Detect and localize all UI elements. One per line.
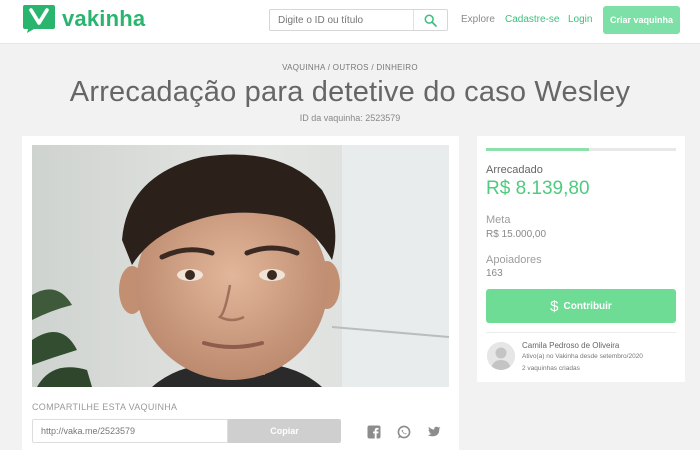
share-link-field[interactable]: http://vaka.me/2523579 — [32, 419, 228, 443]
search-input[interactable] — [270, 10, 413, 30]
search-icon — [424, 14, 437, 27]
campaign-media-card: COMPARTILHE ESTA VAQUINHA http://vaka.me… — [22, 136, 459, 450]
nav-signup-link[interactable]: Cadastre-se — [505, 14, 559, 25]
contribute-button[interactable]: $ Contribuir — [486, 289, 676, 323]
owner-campaign-count: 2 vaquinhas criadas — [522, 365, 580, 372]
top-header: vakinha Explore Cadastre-se Login Criar … — [0, 0, 700, 44]
search-button[interactable] — [413, 10, 447, 30]
vakinha-logo-icon — [23, 5, 55, 33]
dollar-icon: $ — [550, 297, 559, 315]
logo[interactable]: vakinha — [22, 4, 145, 34]
avatar[interactable] — [487, 342, 515, 370]
owner-since: Ativo(a) no Vakinha desde setembro/2020 — [522, 353, 643, 360]
logo-text: vakinha — [62, 6, 146, 31]
campaign-photo — [32, 145, 449, 387]
whatsapp-icon[interactable] — [397, 425, 411, 439]
progress-bar — [486, 148, 676, 151]
raised-label: Arrecadado — [486, 164, 543, 176]
vaquinha-id: ID da vaquinha: 2523579 — [299, 113, 401, 123]
raised-value: R$ 8.139,80 — [486, 178, 590, 199]
copy-button[interactable]: Copiar — [228, 419, 341, 443]
supporters-value: 163 — [486, 268, 503, 279]
goal-value: R$ 15.000,00 — [486, 229, 547, 240]
page-title: Arrecadação para detetive do caso Wesley — [69, 76, 631, 108]
supporters-label: Apoiadores — [486, 254, 542, 266]
twitter-icon[interactable] — [427, 425, 441, 439]
nav-explore-link[interactable]: Explore — [461, 14, 495, 25]
owner-name[interactable]: Camila Pedroso de Oliveira — [522, 341, 619, 350]
breadcrumb[interactable]: VAQUINHA / OUTROS / DINHEIRO — [0, 63, 700, 72]
search-box — [269, 9, 448, 31]
create-vaquinha-button[interactable]: Criar vaquinha — [603, 6, 680, 34]
share-label: COMPARTILHE ESTA VAQUINHA — [32, 402, 178, 412]
facebook-icon[interactable] — [367, 425, 381, 439]
nav-login-link[interactable]: Login — [568, 14, 592, 25]
campaign-photo-image — [32, 145, 449, 387]
divider — [486, 332, 676, 333]
campaign-summary-card: Arrecadado R$ 8.139,80 Meta R$ 15.000,00… — [477, 136, 685, 382]
user-avatar-icon — [487, 342, 515, 370]
contribute-label: Contribuir — [563, 300, 612, 312]
progress-bar-fill — [486, 148, 590, 151]
goal-label: Meta — [486, 214, 511, 226]
